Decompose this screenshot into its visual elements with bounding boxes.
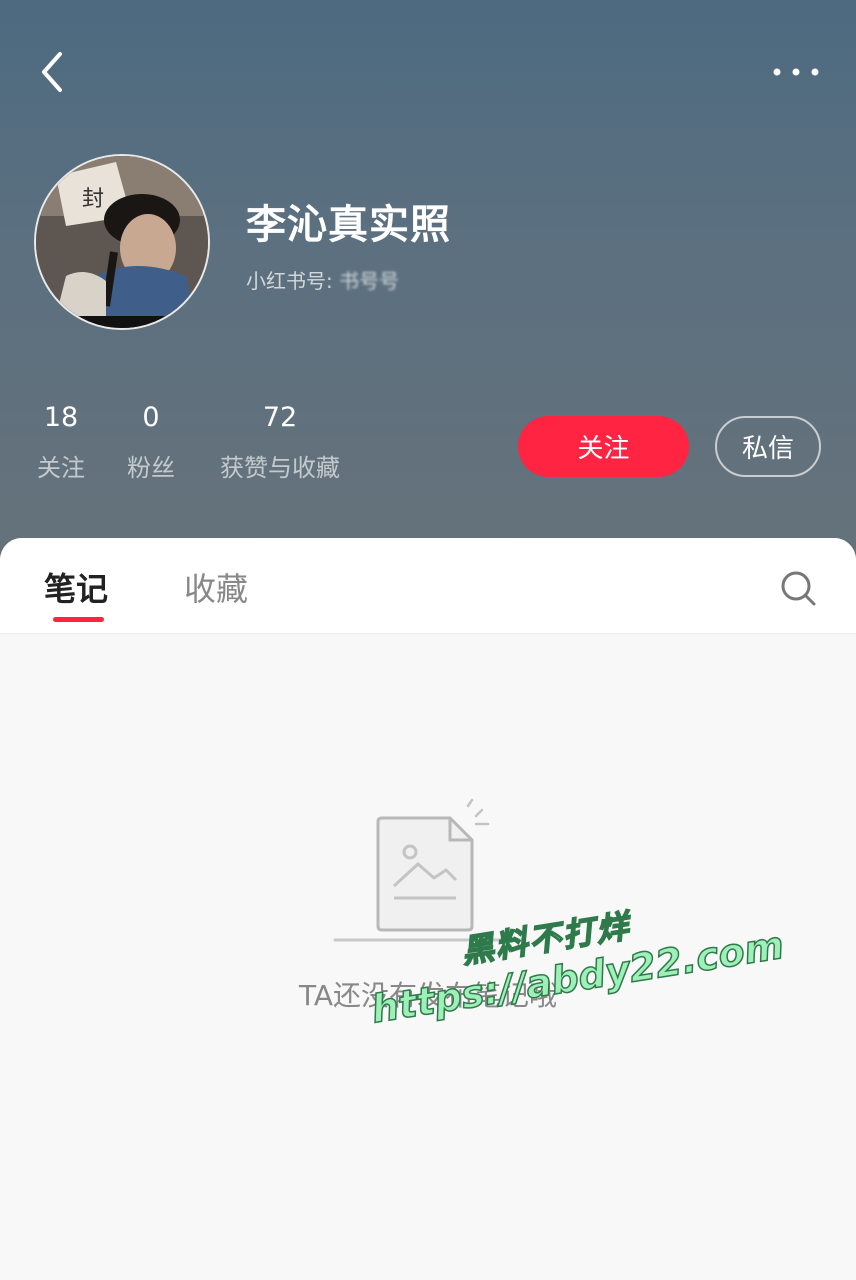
- user-id-label: 小红书号:: [246, 269, 340, 293]
- stat-count: 0: [142, 402, 160, 433]
- avatar[interactable]: 封: [34, 154, 210, 330]
- tab-collections[interactable]: 收藏: [184, 564, 248, 610]
- back-button[interactable]: [30, 48, 74, 96]
- search-button[interactable]: [778, 568, 818, 608]
- more-dots-icon: [773, 68, 819, 76]
- stat-likes-collects[interactable]: 72 获赞与收藏: [212, 400, 348, 483]
- avatar-image: 封: [36, 156, 208, 328]
- profile-header: 封 李沁真实照 小红书号: 书号号 18 关注 0 粉丝 72 获赞与收藏 关注…: [0, 0, 856, 580]
- stat-followers[interactable]: 0 粉丝: [120, 400, 182, 483]
- profile-name: 李沁真实照: [246, 202, 451, 248]
- empty-state-text: TA还没有发布笔记哦: [298, 979, 558, 1012]
- search-icon: [781, 571, 816, 606]
- user-id-value: 书号号: [339, 269, 400, 293]
- stat-label: 获赞与收藏: [220, 454, 340, 482]
- empty-notes-icon: [330, 798, 530, 948]
- user-id: 小红书号: 书号号: [246, 265, 399, 294]
- more-options-button[interactable]: [766, 52, 826, 92]
- content-panel: 笔记 收藏 TA还没有发布笔记哦: [0, 538, 856, 1280]
- chevron-left-icon: [42, 52, 62, 92]
- svg-text:封: 封: [82, 187, 104, 212]
- stat-following[interactable]: 18 关注: [30, 400, 92, 483]
- tab-bar: 笔记 收藏: [0, 538, 856, 634]
- stat-count: 18: [43, 402, 79, 433]
- tab-notes[interactable]: 笔记: [44, 564, 108, 610]
- follow-button[interactable]: 关注: [518, 416, 689, 477]
- stat-label: 关注: [37, 454, 85, 482]
- message-button[interactable]: 私信: [715, 416, 821, 477]
- active-tab-indicator: [53, 617, 104, 622]
- stat-count: 72: [262, 402, 298, 433]
- stat-label: 粉丝: [127, 454, 175, 482]
